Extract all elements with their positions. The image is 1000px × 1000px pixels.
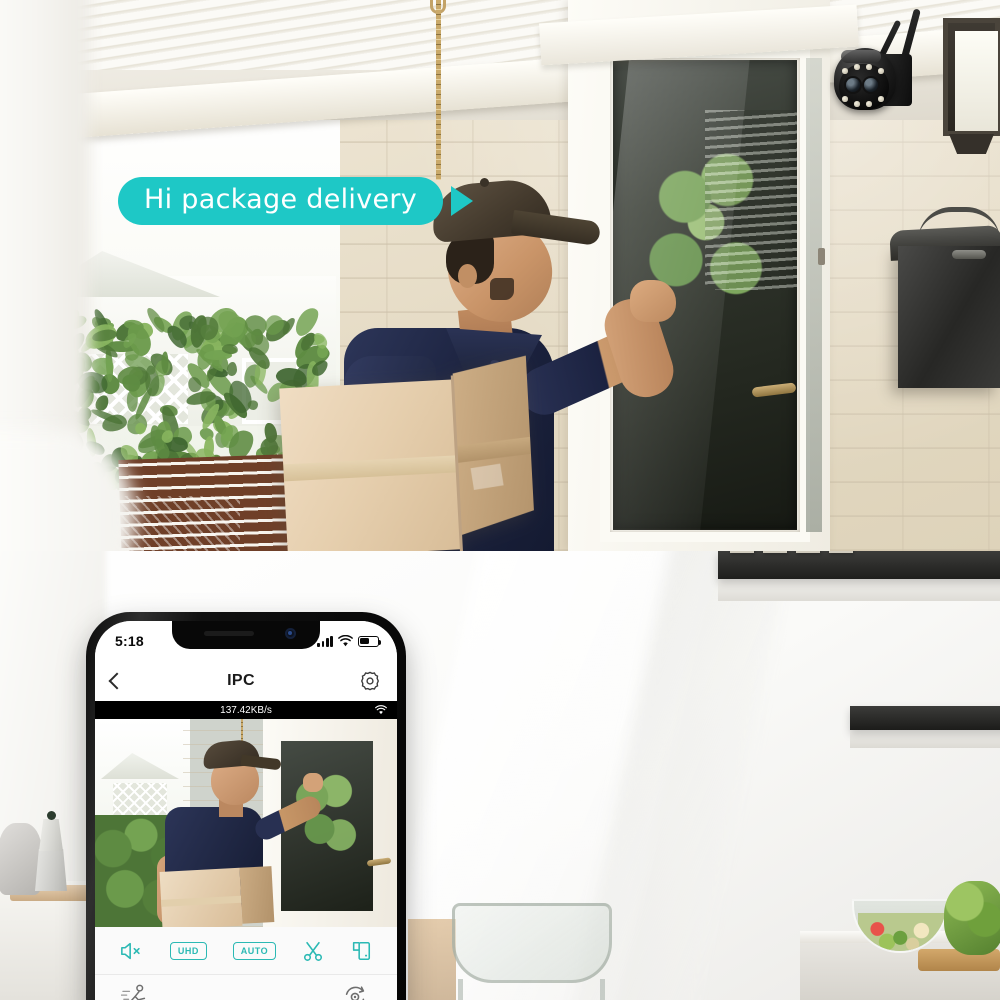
lettuce-head <box>944 881 1000 955</box>
ir-led-icon <box>842 68 848 74</box>
feed-package <box>159 866 275 927</box>
acrylic-chair <box>452 903 612 983</box>
package-label <box>470 463 504 490</box>
hanging-chain <box>436 0 441 180</box>
moka-pot <box>32 809 70 891</box>
auto-quality-button[interactable]: AUTO <box>232 941 277 960</box>
gear-icon[interactable] <box>359 670 381 692</box>
shelf-letter: E <box>829 551 853 553</box>
shelf-letter: V <box>796 551 820 553</box>
man-knocking-fist <box>630 280 676 322</box>
cap-button <box>480 178 489 187</box>
status-bar-clock: 5:18 <box>115 633 144 649</box>
phone-screen: 5:18 IPC 137.42KB/s UHD AUTO <box>95 621 397 1000</box>
camera-lens-icon <box>846 78 860 92</box>
rotate-refresh-icon <box>345 986 365 1000</box>
smartphone-mockup: 5:18 IPC 137.42KB/s UHD AUTO <box>86 612 406 1000</box>
split-screen-button[interactable] <box>350 940 372 962</box>
clip-button[interactable] <box>302 940 324 962</box>
moka-base <box>35 849 67 891</box>
cruise-button[interactable]: Cruise <box>339 983 371 1000</box>
shelf-letter: O <box>763 551 787 553</box>
feed-man-fist <box>303 773 323 792</box>
ios-status-bar: 5:18 <box>95 621 397 661</box>
mailbox-latch <box>952 250 986 259</box>
ir-led-icon <box>878 68 884 74</box>
status-bar-indicators <box>317 635 382 647</box>
app-header: IPC <box>95 661 397 701</box>
resolution-button[interactable]: UHD <box>169 941 207 960</box>
ir-led-icon <box>866 64 872 70</box>
bubble-pointer-right-icon <box>451 186 474 216</box>
feed-scene <box>95 719 397 927</box>
moka-top <box>39 819 63 851</box>
salad-bowl <box>852 899 948 953</box>
wifi-icon <box>375 705 387 715</box>
ir-led-icon <box>842 96 848 102</box>
lamp-glass <box>955 31 998 131</box>
live-camera-feed[interactable] <box>95 719 397 927</box>
upper-shelf-underside <box>718 579 1000 601</box>
ptz-security-camera <box>833 8 943 147</box>
page-title: IPC <box>227 672 255 689</box>
screen-split-icon <box>352 941 371 960</box>
door-sidelite <box>806 58 822 532</box>
cellular-bars-icon <box>317 635 333 647</box>
shelf-letters: LOVE <box>730 551 853 553</box>
speech-bubble-text: Hi package delivery <box>118 177 444 225</box>
man-ear <box>458 264 477 288</box>
shelf-letter: L <box>730 551 754 553</box>
chair-leg <box>600 979 605 1000</box>
player-toolbar-secondary: Auto Cruise <box>95 975 397 1000</box>
video-container: 137.42KB/s <box>95 701 397 927</box>
running-person-icon <box>121 984 146 1000</box>
moka-knob <box>47 811 56 820</box>
salad-contents <box>858 913 946 951</box>
lower-shelf-underside <box>850 730 1000 748</box>
chevron-left-icon[interactable] <box>108 672 126 690</box>
lower-shelf <box>850 706 1000 730</box>
lamp-base <box>949 134 994 154</box>
player-toolbar-primary: UHD AUTO <box>95 927 397 975</box>
speaker-mute-icon <box>121 942 140 959</box>
front-camera-icon <box>285 628 296 639</box>
ir-led-icon <box>878 96 884 102</box>
upper-shelf <box>718 551 1000 579</box>
auto-tracking-button[interactable]: Auto <box>121 983 151 1000</box>
battery-icon <box>358 635 382 647</box>
top-panel-front-door-scene: Hi package delivery <box>0 0 1000 551</box>
earpiece-speaker <box>204 631 254 636</box>
ir-led-icon <box>854 101 860 107</box>
feed-package-side <box>239 866 275 924</box>
bandwidth-label: 137.42KB/s <box>220 704 272 716</box>
phone-notch <box>172 621 320 649</box>
scissors-icon <box>304 941 323 961</box>
door-lock <box>818 248 825 265</box>
camera-highlight <box>841 50 881 63</box>
speech-bubble-delivery: Hi package delivery <box>118 177 474 225</box>
camera-lens-icon <box>864 78 878 92</box>
wifi-icon <box>338 635 353 647</box>
lamp-body <box>943 18 1000 136</box>
cardboard-package <box>278 356 534 551</box>
man-beard <box>490 278 514 300</box>
feed-lattice <box>113 783 167 817</box>
mute-speaker-button[interactable] <box>120 941 144 961</box>
ir-led-icon <box>866 101 872 107</box>
product-feature-composite: Hi package delivery L O V E <box>0 0 1000 1000</box>
porch-lamp <box>943 18 1000 154</box>
wall-mailbox <box>898 246 1000 388</box>
ir-led-icon <box>854 64 860 70</box>
wood-cabinet <box>408 919 456 1000</box>
bandwidth-bar: 137.42KB/s <box>95 701 397 719</box>
chair-leg <box>458 979 463 1000</box>
